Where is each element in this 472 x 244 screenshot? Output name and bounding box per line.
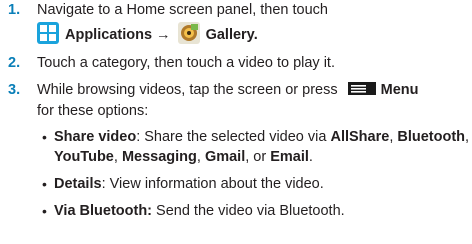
bullet: • — [42, 176, 47, 192]
instructions-page: 1. Navigate to a Home screen panel, then… — [0, 0, 472, 244]
arrow-symbol: → — [156, 27, 171, 43]
option-share-video: Share video: Share the selected video vi… — [54, 129, 470, 145]
step-1-text: Navigate to a Home screen panel, then to… — [37, 2, 328, 18]
option-title: Details — [54, 176, 102, 192]
menu-label: Menu — [380, 82, 419, 98]
applications-icon — [37, 22, 59, 44]
option-title: Share video — [54, 129, 137, 145]
option-via-bluetooth: Via Bluetooth: Send the video via Blueto… — [54, 203, 345, 219]
step-2-number: 2. — [8, 55, 21, 71]
bullet: • — [42, 129, 47, 145]
option-details: Details: View information about the vide… — [54, 176, 324, 192]
step-3-number: 3. — [8, 82, 21, 98]
bullet: • — [42, 203, 47, 219]
step-3-text: While browsing videos, tap the screen or… — [37, 82, 419, 98]
step-1-number: 1. — [8, 2, 21, 18]
option-title: Via Bluetooth: — [54, 203, 153, 219]
applications-label: Applications — [65, 27, 153, 43]
gallery-label: Gallery — [205, 27, 254, 43]
option-share-video-continued: YouTube, Messaging, Gmail, or Email. — [54, 149, 313, 165]
step-1-path: Applications → Gallery. — [37, 22, 258, 47]
step-3-continuation: for these options: — [37, 103, 149, 119]
gallery-icon — [177, 22, 200, 44]
menu-key-icon — [347, 82, 376, 95]
step-2-text: Touch a category, then touch a video to … — [37, 55, 335, 71]
